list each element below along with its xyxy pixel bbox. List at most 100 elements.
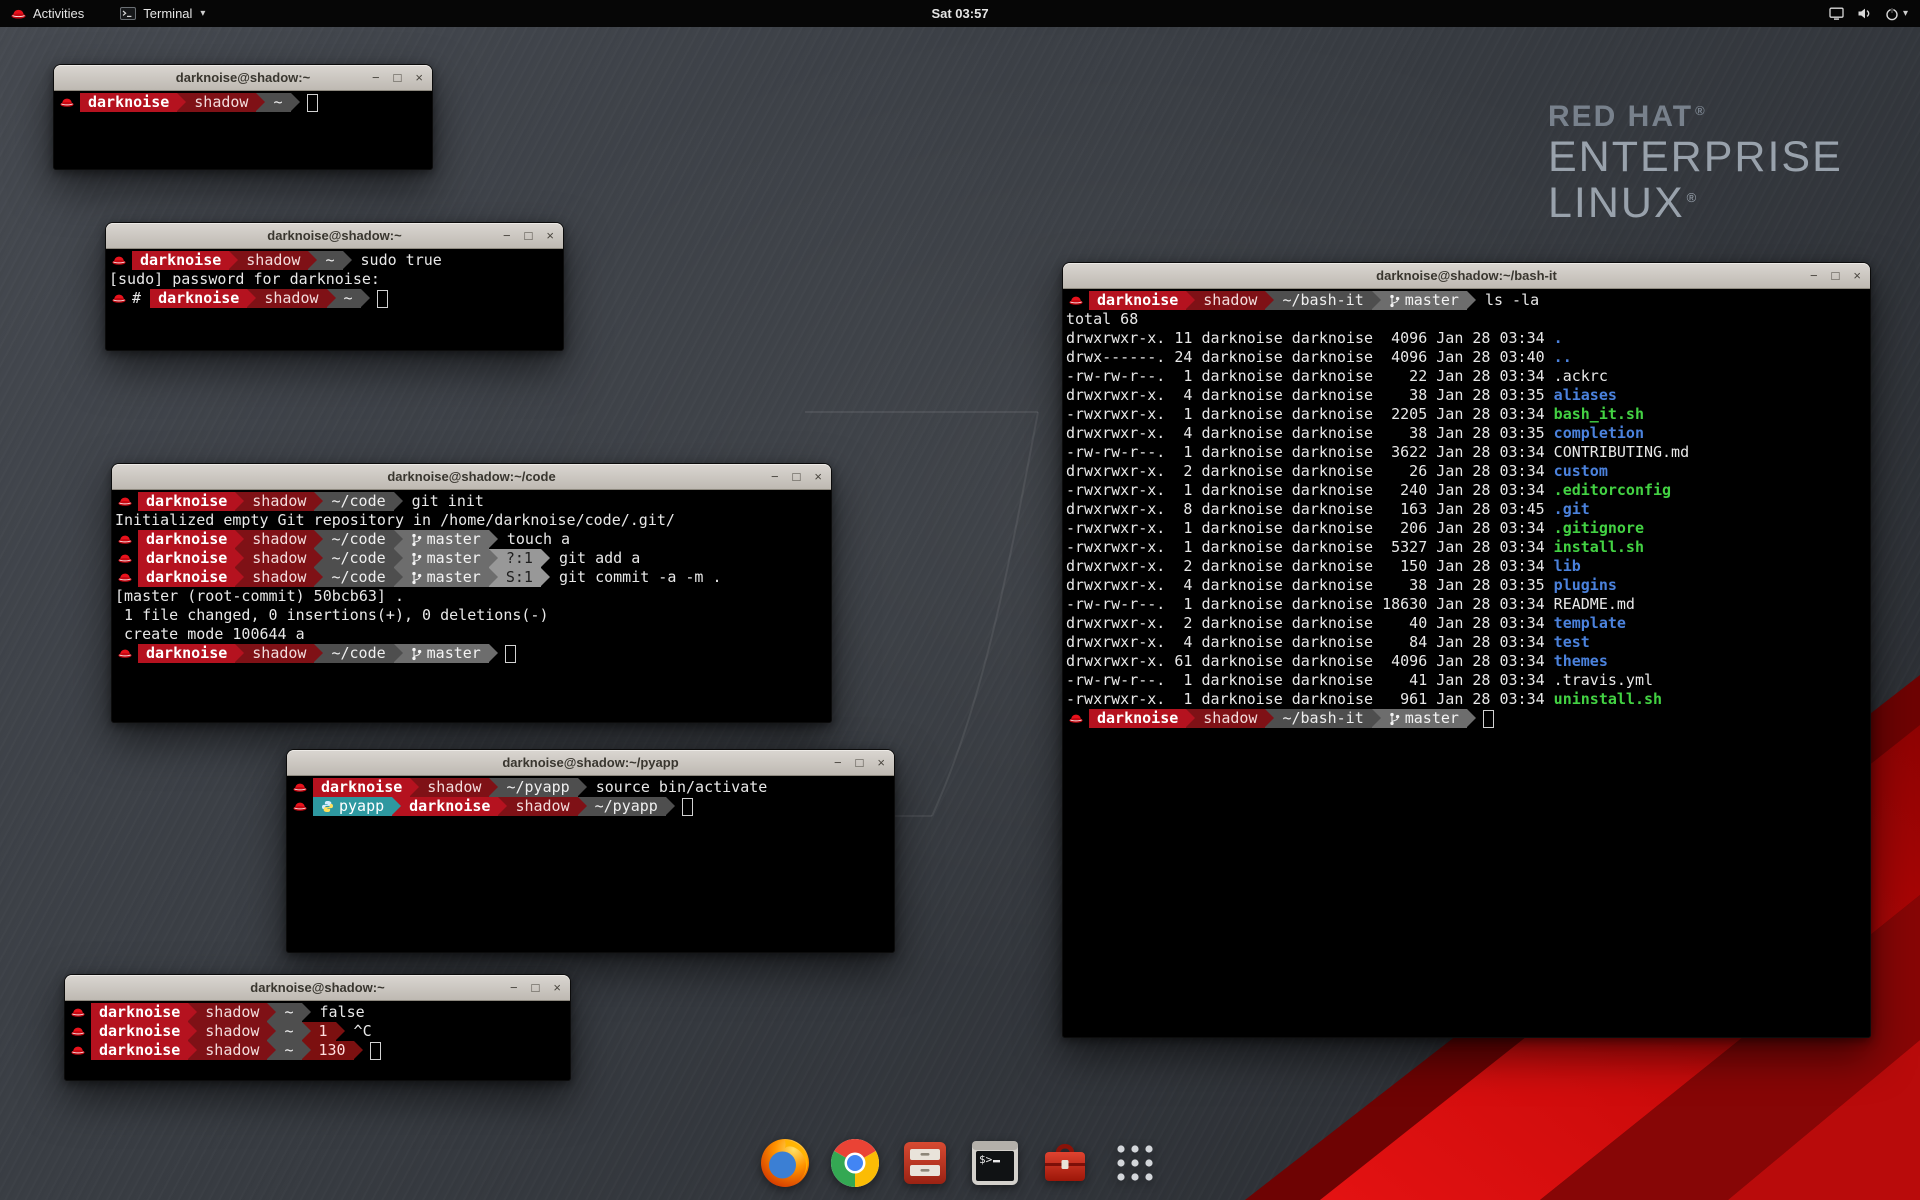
brand-line-enterprise: ENTERPRISE [1548,134,1843,180]
terminal-line: -rw-rw-r--. 1 darknoise darknoise 22 Jan… [1066,367,1869,386]
window-titlebar[interactable]: darknoise@shadow:~ − □ × [106,223,563,249]
dock-toolbox[interactable] [1038,1136,1092,1190]
dock-firefox[interactable] [758,1136,812,1190]
maximize-button[interactable]: □ [532,975,540,1000]
window-titlebar[interactable]: darknoise@shadow:~ − □ × [65,975,570,1001]
terminal-line: drwxrwxr-x. 4 darknoise darknoise 38 Jan… [1066,424,1869,443]
terminal-text: [master (root-commit) 50bcb63] . [115,587,404,606]
powerline-separator [327,289,336,308]
close-button[interactable]: × [814,464,822,489]
branch-icon [411,552,422,566]
minimize-button[interactable]: − [510,975,518,1000]
terminal-text: drwxrwxr-x. 2 darknoise darknoise 150 Ja… [1066,557,1554,576]
prompt-segment-host: shadow [244,492,314,511]
prompt-segment-host: shadow [244,530,314,549]
powerline-separator [314,492,323,511]
dock-app-grid[interactable] [1108,1136,1162,1190]
window-titlebar[interactable]: darknoise@shadow:~/pyapp − □ × [287,750,894,776]
terminal-text: drwxrwxr-x. 8 darknoise darknoise 163 Ja… [1066,500,1554,519]
powerline-separator [188,1003,197,1022]
window-titlebar[interactable]: darknoise@shadow:~ − □ × [54,65,432,91]
window-title: darknoise@shadow:~/pyapp [287,750,894,775]
minimize-button[interactable]: − [372,65,380,90]
maximize-button[interactable]: □ [856,750,864,775]
window-title: darknoise@shadow:~ [106,223,563,248]
terminal-line: drwxrwxr-x. 2 darknoise darknoise 150 Ja… [1066,557,1869,576]
activities-button[interactable]: Activities [0,0,95,27]
brand-line-linux: LINUX® [1548,180,1843,226]
powerline-separator [498,797,507,816]
powerline-separator [1372,709,1381,728]
powerline-separator [1265,709,1274,728]
terminal-text: -rw-rw-r--. 1 darknoise darknoise 41 Jan… [1066,671,1653,690]
powerline-separator [354,1041,363,1060]
terminal-content[interactable]: darknoiseshadow~ falsedarknoiseshadow~1 … [66,1001,569,1079]
prompt-segment-host: shadow [186,93,256,112]
terminal-cursor [307,94,318,112]
window-titlebar[interactable]: darknoise@shadow:~/code − □ × [112,464,831,490]
prompt-segment-user: darknoise [91,1003,188,1022]
powerline-separator [235,530,244,549]
powerline-separator [410,778,419,797]
terminal-line: total 68 [1066,310,1869,329]
window-titlebar[interactable]: darknoise@shadow:~/bash-it − □ × [1063,263,1870,289]
terminal-text: git add a [550,549,640,568]
terminal-text: drwxrwxr-x. 2 darknoise darknoise 40 Jan… [1066,614,1554,633]
prompt-segment-user: darknoise [1089,709,1186,728]
maximize-button[interactable]: □ [1832,263,1840,288]
powerline-separator [336,1022,345,1041]
power-icon[interactable]: ▾ [1885,7,1908,21]
prompt-segment-host: shadow [419,778,489,797]
close-button[interactable]: × [877,750,885,775]
maximize-button[interactable]: □ [525,223,533,248]
terminal-text: drwxrwxr-x. 4 darknoise darknoise 84 Jan… [1066,633,1554,652]
app-menu-terminal[interactable]: Terminal ▾ [109,0,216,27]
powerline-separator [666,797,675,816]
terminal-content[interactable]: darknoiseshadow~/pyapp source bin/activa… [288,776,893,951]
powerline-separator [267,1041,276,1060]
close-button[interactable]: × [546,223,554,248]
maximize-button[interactable]: □ [793,464,801,489]
dock-chrome[interactable] [828,1136,882,1190]
hat-icon [1069,295,1083,306]
hat-icon [112,255,126,266]
brand-line-redhat: RED HAT® [1548,100,1843,134]
terminal-content[interactable]: darknoiseshadow~/bash-itmaster ls -latot… [1064,289,1869,1036]
terminal-line: darknoiseshadow~ [57,93,431,112]
dock-file-manager[interactable] [898,1136,952,1190]
clock[interactable]: Sat 03:57 [931,6,988,21]
powerline-separator [489,778,498,797]
volume-icon[interactable] [1857,7,1872,20]
dock-terminal[interactable]: $> [968,1136,1022,1190]
terminal-content[interactable]: darknoiseshadow~/code git initInitialize… [113,490,830,721]
prompt-segment-host: shadow [197,1041,267,1060]
terminal-content[interactable]: darknoiseshadow~ sudo true[sudo] passwor… [107,249,562,349]
terminal-line: drwxrwxr-x. 2 darknoise darknoise 26 Jan… [1066,462,1869,481]
display-icon[interactable] [1829,7,1844,21]
maximize-button[interactable]: □ [394,65,402,90]
minimize-button[interactable]: − [503,223,511,248]
close-button[interactable]: × [1853,263,1861,288]
powerline-separator [489,644,498,663]
minimize-button[interactable]: − [834,750,842,775]
terminal-text: 1 file changed, 0 insertions(+), 0 delet… [115,606,548,625]
terminal-text: -rwxrwxr-x. 1 darknoise darknoise 206 Ja… [1066,519,1554,538]
executable-name: .gitignore [1554,519,1644,538]
hat-icon [293,782,307,793]
prompt-segment-user: darknoise [138,549,235,568]
hat-icon [71,1026,85,1037]
terminal-line: darknoiseshadow~/bash-itmaster [1066,709,1869,728]
terminal-line: darknoiseshadow~/bash-itmaster ls -la [1066,291,1869,310]
close-button[interactable]: × [415,65,423,90]
prompt-segment-venv: pyapp [313,797,392,816]
minimize-button[interactable]: − [771,464,779,489]
terminal-window: darknoise@shadow:~/code − □ × darknoise s… [111,463,832,723]
powerline-separator [392,797,401,816]
prompt-segment-path: ~ [276,1041,301,1060]
terminal-text: -rw-rw-r--. 1 darknoise darknoise 18630 … [1066,595,1635,614]
minimize-button[interactable]: − [1810,263,1818,288]
terminal-content[interactable]: darknoiseshadow~ [55,91,431,168]
powerline-separator [235,492,244,511]
terminal-text: git commit -a -m . [550,568,722,587]
close-button[interactable]: × [553,975,561,1000]
